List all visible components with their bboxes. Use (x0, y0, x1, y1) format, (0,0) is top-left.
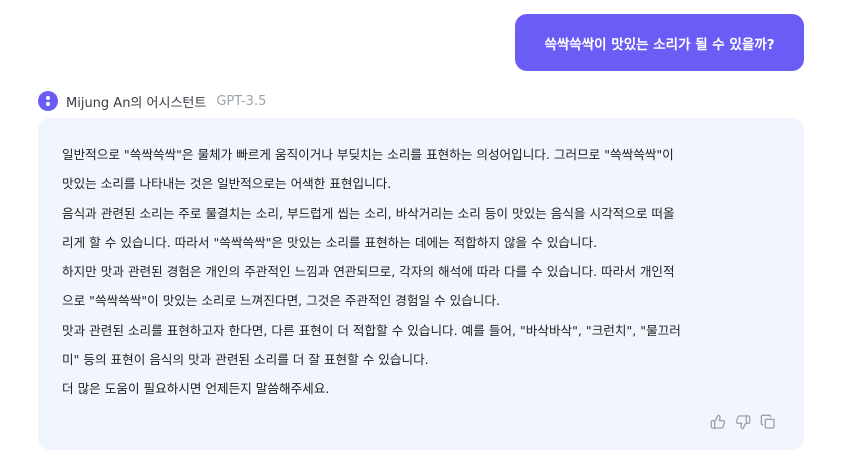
thumbs-down-button[interactable] (735, 414, 751, 430)
answer-line: 음식과 관련된 소리는 주로 물결치는 소리, 부드럽게 씹는 소리, 바삭거리… (62, 205, 675, 221)
user-message-bubble: 쓱싹쓱싹이 맛있는 소리가 될 수 있을까? (515, 14, 804, 71)
user-message-text: 쓱싹쓱싹이 맛있는 소리가 될 수 있을까? (544, 36, 775, 53)
assistant-header: Mijung An의 어시스턴트 GPT-3.5 (38, 91, 266, 111)
answer-line: 하지만 맛과 관련된 경험은 개인의 주관적인 느낌과 연관되므로, 각자의 해… (62, 264, 675, 280)
copy-icon (760, 414, 775, 429)
copy-button[interactable] (760, 414, 776, 430)
assistant-answer: 일반적으로 "쓱싹쓱싹"은 물체가 빠르게 움직이거나 부딪치는 소리를 표현하… (38, 118, 804, 450)
thumbs-down-icon (735, 414, 751, 430)
answer-line: 더 많은 도움이 필요하시면 언제든지 말씀해주세요. (62, 381, 330, 397)
answer-line: 리게 할 수 있습니다. 따라서 "쓱싹쓱싹"은 맛있는 소리를 표현하는 데에… (62, 234, 598, 250)
thumbs-up-button[interactable] (710, 414, 726, 430)
assistant-name: Mijung An의 어시스턴트 (66, 95, 207, 111)
answer-actions (710, 414, 776, 430)
assistant-avatar-icon (38, 91, 58, 111)
answer-line: 일반적으로 "쓱싹쓱싹"은 물체가 빠르게 움직이거나 부딪치는 소리를 표현하… (62, 147, 674, 162)
assistant-model: GPT-3.5 (216, 93, 267, 109)
answer-line: 미" 등의 표현이 음식의 맛과 관련된 소리를 더 잘 표현할 수 있습니다. (62, 352, 429, 368)
answer-line: 맛있는 소리를 나타내는 것은 일반적으로는 어색한 표현입니다. (62, 176, 392, 192)
answer-line: 으로 "쓱싹쓱싹"이 맛있는 소리로 느껴진다면, 그것은 주관적인 경험일 수… (62, 293, 500, 309)
thumbs-up-icon (710, 414, 726, 430)
answer-line: 맛과 관련된 소리를 표현하고자 한다면, 다른 표현이 더 적합할 수 있습니… (62, 322, 681, 338)
